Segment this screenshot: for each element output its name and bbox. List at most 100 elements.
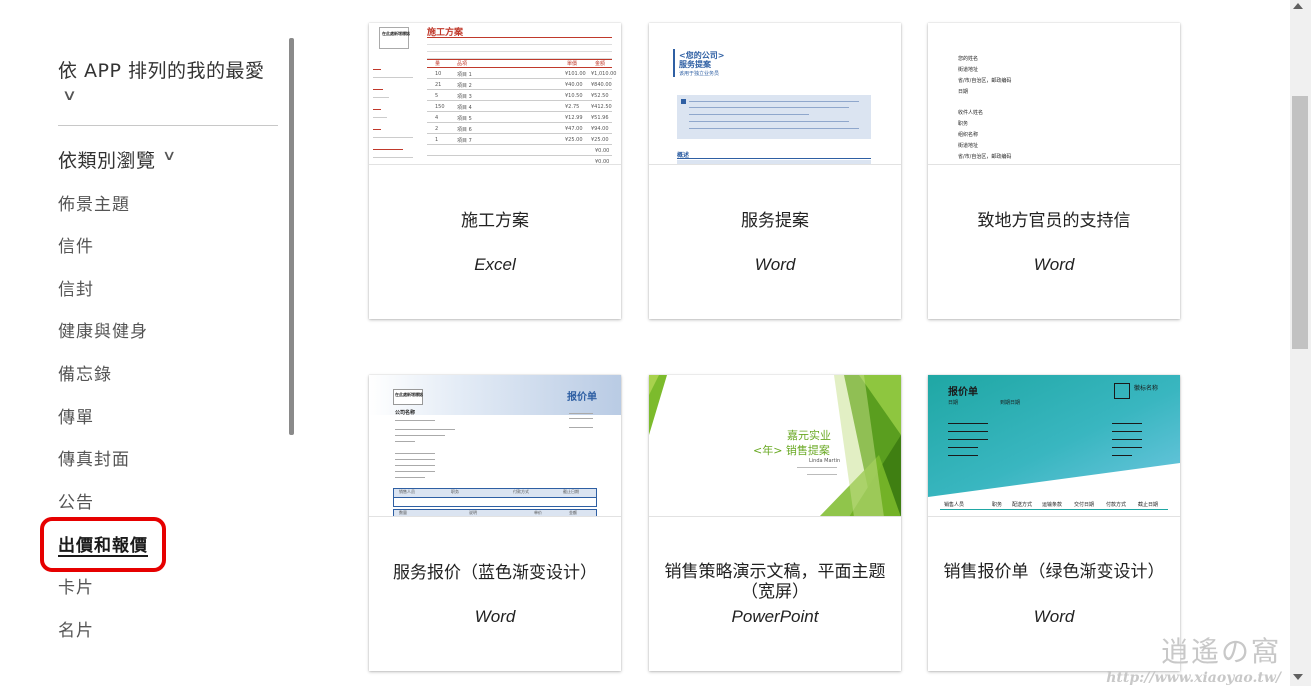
thumb-line: 街道地址 <box>958 143 979 149</box>
thumb-heading: 报价单 <box>567 392 597 403</box>
thumb-cell: ¥52.50 <box>591 93 609 99</box>
thumb-cell: ¥412.50 <box>591 104 612 110</box>
sidebar-item-envelopes[interactable]: 信封 <box>58 275 94 300</box>
thumb-col: 说明 <box>469 510 477 515</box>
template-card-support-letter[interactable]: 您的姓名 街道地址 省/市/自治区，邮政编码 日期 收件人姓名 职务 组织名称 … <box>928 23 1180 319</box>
template-app-name: Word <box>474 607 516 626</box>
template-app-name: Word <box>1033 255 1075 274</box>
main-scrollbar-thumb[interactable] <box>1292 96 1308 349</box>
thumb-logo-placeholder <box>1114 383 1130 399</box>
thumb-col-item: 品項 <box>457 61 468 67</box>
sidebar-item-announcements[interactable]: 公告 <box>58 488 94 513</box>
thumb-cell: ¥94.00 <box>591 126 609 132</box>
highlight-annotation-box <box>40 517 166 572</box>
template-title: 服务提案 <box>741 211 809 231</box>
chevron-down-icon[interactable]: ∨ <box>62 86 77 104</box>
thumb-cell: 5 <box>435 93 439 99</box>
sidebar-item-flyers[interactable]: 傳單 <box>58 403 94 428</box>
template-title: 销售报价单（绿色渐变设计） <box>943 562 1165 582</box>
thumb-col-amount: 金額 <box>595 61 606 67</box>
sidebar-item-memos[interactable]: 備忘錄 <box>58 360 112 385</box>
thumb-heading: 报价单 <box>948 387 978 398</box>
thumb-cell: ¥1,010.00 <box>591 71 617 77</box>
thumb-col: 交付日期 <box>1074 502 1095 508</box>
template-thumbnail: 报价单 日期 到期日期 徽标名称 销售人员 职务 配送方式 运输条款 交付日期 … <box>928 375 1180 517</box>
thumb-cell: ¥10.50 <box>565 93 583 99</box>
thumb-line: 省/市/自治区，邮政编码 <box>958 154 1012 160</box>
watermark-url: http://www.xiaoyao.tw/ <box>1106 670 1281 686</box>
browse-by-category-header[interactable]: 依類別瀏覽 <box>58 146 156 173</box>
template-app-name: Word <box>1033 607 1075 626</box>
template-thumbnail: 在此處新增標誌 报价单 公司名称 销售人员 职务 付款方式 截止日期 数量 说明… <box>369 375 621 517</box>
thumb-cell: 項目 3 <box>457 94 472 100</box>
template-title: 销售策略演示文稿，平面主题（宽屏） <box>664 562 886 602</box>
scroll-up-arrow-icon[interactable] <box>1293 3 1303 9</box>
thumb-line: 收件人姓名 <box>958 110 984 116</box>
template-card-service-quote-blue[interactable]: 在此處新增標誌 报价单 公司名称 销售人员 职务 付款方式 截止日期 数量 说明… <box>369 375 621 671</box>
sidebar-item-health-fitness[interactable]: 健康與健身 <box>58 317 148 342</box>
template-app-name: Excel <box>474 255 516 274</box>
thumb-cell: ¥101.00 <box>565 71 586 77</box>
thumb-col: 运输条款 <box>1042 502 1063 508</box>
template-card-service-proposal[interactable]: <您的公司> 服务提案 该用于独立业务员 概述 服务提案 Word <box>649 23 901 319</box>
thumb-col: 截止日期 <box>563 489 579 494</box>
sidebar-item-business-cards[interactable]: 名片 <box>58 616 94 641</box>
thumb-heading: <年> 销售提案 <box>753 444 830 457</box>
template-title: 致地方官员的支持信 <box>977 211 1131 231</box>
thumb-logo-text: 在此處新增標誌 <box>382 31 410 36</box>
thumb-line: 街道地址 <box>958 67 979 73</box>
site-watermark: 逍遙の窩 http://www.xiaoyao.tw/ <box>1106 630 1281 686</box>
thumb-cell: 項目 6 <box>457 127 472 133</box>
thumb-cell: 10 <box>435 71 442 77</box>
thumb-cell: ¥40.00 <box>565 82 583 88</box>
thumb-col: 配送方式 <box>1012 502 1033 508</box>
thumb-cell: 2 <box>435 126 439 132</box>
sidebar-item-cards[interactable]: 卡片 <box>58 573 94 598</box>
thumb-cell: ¥12.99 <box>565 115 583 121</box>
thumb-col: 职务 <box>992 502 1003 508</box>
sidebar-item-fax-covers[interactable]: 傳真封面 <box>58 445 130 470</box>
sidebar-scrollbar[interactable] <box>289 38 294 435</box>
template-card-sales-strategy-ppt[interactable]: 嘉元实业 <年> 销售提案 Linda Martin 销售策略演示文稿，平面主题… <box>649 375 901 671</box>
thumb-cell: 21 <box>435 82 442 88</box>
sidebar-item-themes[interactable]: 佈景主題 <box>58 190 130 215</box>
thumb-col-price: 單價 <box>567 61 578 67</box>
template-thumbnail: 您的姓名 街道地址 省/市/自治区，邮政编码 日期 收件人姓名 职务 组织名称 … <box>928 23 1180 165</box>
chevron-down-icon[interactable]: ∨ <box>162 148 176 164</box>
thumb-line: 省/市/自治区，邮政编码 <box>958 78 1012 84</box>
thumb-cell: ¥47.00 <box>565 126 583 132</box>
template-title: 施工方案 <box>461 211 529 231</box>
thumb-col: 数量 <box>399 510 407 515</box>
thumb-line: 您的姓名 <box>958 56 979 62</box>
thumb-person: Linda Martin <box>809 458 841 464</box>
thumb-total: ¥0.00 <box>595 148 610 154</box>
thumb-cell: ¥25.00 <box>565 137 583 143</box>
template-card-sales-quote-green[interactable]: 报价单 日期 到期日期 徽标名称 销售人员 职务 配送方式 运输条款 交付日期 … <box>928 375 1180 671</box>
thumb-col: 付款方式 <box>1106 502 1127 508</box>
template-thumbnail: 嘉元实业 <年> 销售提案 Linda Martin <box>649 375 901 517</box>
thumb-company: 嘉元实业 <box>787 429 831 442</box>
thumb-cell: 150 <box>435 104 445 110</box>
thumb-cell: ¥25.00 <box>591 137 609 143</box>
thumb-cell: 1 <box>435 137 439 143</box>
template-card-construction-proposal[interactable]: 在此處新增標誌 施工方案 量 品項 單價 金額 10 項目 1 ¥101.00 … <box>369 23 621 319</box>
thumb-label: 日期 <box>948 400 959 406</box>
sidebar-item-letters[interactable]: 信件 <box>58 232 94 257</box>
thumb-heading: 服务提案 <box>679 60 711 69</box>
thumb-col-qty: 量 <box>435 61 441 67</box>
thumb-subheading: 该用于独立业务员 <box>679 71 720 77</box>
scroll-down-arrow-icon[interactable] <box>1293 674 1303 680</box>
thumb-col: 职务 <box>451 489 459 494</box>
thumb-cell: ¥2.75 <box>565 104 580 110</box>
sidebar-divider <box>58 125 278 126</box>
template-app-name: Word <box>754 255 796 274</box>
thumb-cell: 項目 5 <box>457 116 472 122</box>
watermark-logo-text: 逍遙の窩 <box>1160 635 1281 668</box>
thumb-label: 到期日期 <box>1000 400 1021 406</box>
thumb-logo-text: 徽标名称 <box>1134 385 1159 392</box>
thumb-col: 销售人员 <box>944 502 965 508</box>
sidebar: 依 APP 排列的我的最愛 ∨ 依類別瀏覽 ∨ 佈景主題 信件 信封 健康與健身… <box>0 0 300 686</box>
thumb-cell: 項目 1 <box>457 72 472 78</box>
template-app-name: PowerPoint <box>731 607 819 626</box>
favorites-by-app-header[interactable]: 依 APP 排列的我的最愛 <box>58 56 265 83</box>
